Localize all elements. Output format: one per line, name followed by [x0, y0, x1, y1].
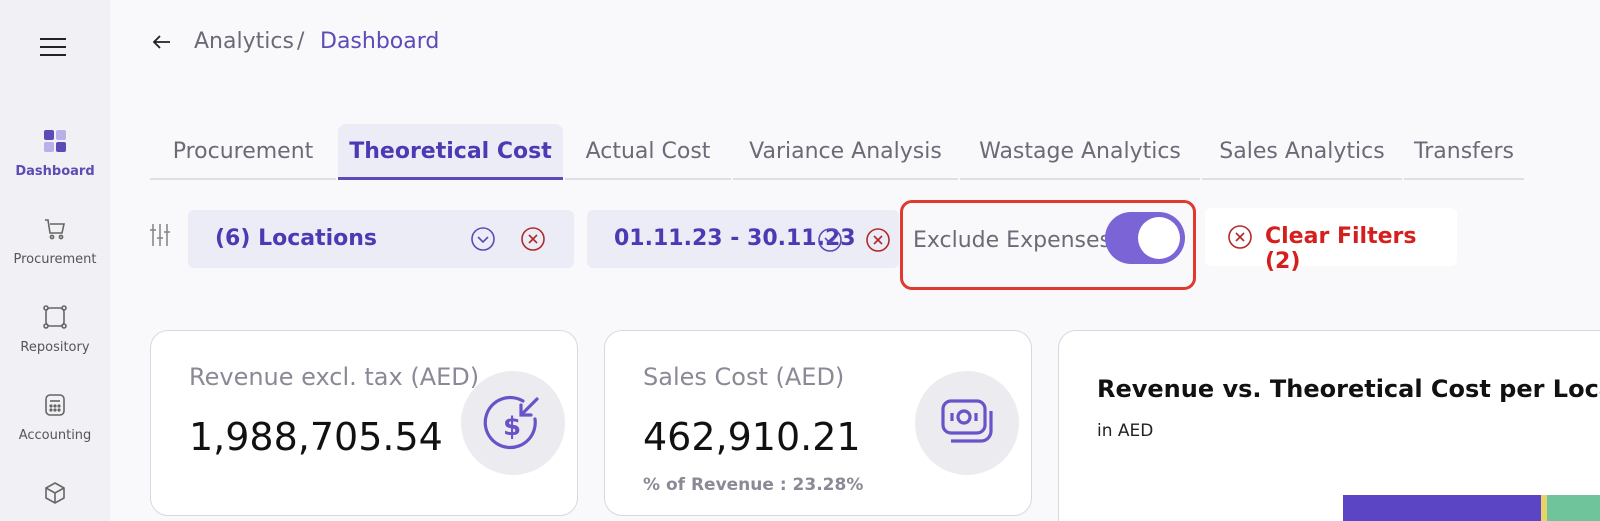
- date-range-filter[interactable]: 01.11.23 - 30.11.23: [587, 210, 899, 268]
- clear-filters-label: Clear Filters (2): [1265, 224, 1417, 274]
- breadcrumb-separator: /: [297, 29, 305, 54]
- sales-cost-card-value: 462,910.21: [643, 415, 861, 459]
- menu-icon[interactable]: [40, 38, 66, 58]
- chevron-down-icon[interactable]: [817, 227, 843, 253]
- toggle-knob: [1138, 217, 1180, 259]
- dollar-arrow-icon: $: [483, 395, 539, 450]
- tab-variance-analysis[interactable]: Variance Analysis: [733, 124, 958, 180]
- repository-icon: [43, 305, 67, 329]
- tab-bar: Procurement Theoretical Cost Actual Cost…: [150, 124, 1524, 180]
- sidebar-item-label: Accounting: [18, 428, 92, 443]
- chart-subtitle: in AED: [1097, 421, 1154, 441]
- tab-wastage-analytics[interactable]: Wastage Analytics: [960, 124, 1200, 180]
- calculator-icon: [45, 394, 65, 416]
- sales-cost-card: Sales Cost (AED) 462,910.21 % of Revenue…: [604, 330, 1032, 516]
- chart-title: Revenue vs. Theoretical Cost per Locatio…: [1097, 375, 1600, 403]
- clear-locations-icon[interactable]: [520, 226, 546, 252]
- close-circle-icon: [1228, 225, 1252, 249]
- sidebar-item-repository[interactable]: Repository: [0, 304, 110, 355]
- tab-sales-analytics[interactable]: Sales Analytics: [1202, 124, 1402, 180]
- breadcrumb-dashboard: Dashboard: [320, 29, 440, 54]
- exclude-expenses-label: Exclude Expenses: [913, 228, 1111, 253]
- revenue-icon-bg: $: [461, 371, 565, 475]
- chevron-down-icon[interactable]: [470, 226, 496, 252]
- filter-settings-icon[interactable]: [148, 222, 172, 248]
- sidebar: Dashboard Procurement Repository Account…: [0, 0, 110, 521]
- cash-stack-icon: [941, 399, 993, 443]
- sidebar-item-accounting[interactable]: Accounting: [0, 392, 110, 443]
- chart-bar-segment: [1547, 495, 1600, 521]
- revenue-card: Revenue excl. tax (AED) 1,988,705.54 $: [150, 330, 578, 516]
- locations-filter[interactable]: (6) Locations: [188, 210, 574, 268]
- chart-bar-revenue: [1343, 495, 1541, 521]
- revenue-card-title: Revenue excl. tax (AED): [189, 363, 480, 391]
- sidebar-item-procurement[interactable]: Procurement: [0, 216, 110, 267]
- locations-filter-value: (6) Locations: [215, 226, 378, 251]
- dashboard-icon: [44, 130, 66, 152]
- sales-cost-percent: % of Revenue : 23.28%: [643, 475, 864, 495]
- sidebar-item-label: Procurement: [13, 252, 97, 267]
- box-icon: [45, 482, 65, 504]
- sidebar-item-inventory[interactable]: [0, 480, 110, 512]
- breadcrumb-analytics[interactable]: Analytics: [194, 29, 294, 54]
- svg-text:$: $: [503, 412, 521, 442]
- tab-theoretical-cost[interactable]: Theoretical Cost: [338, 124, 563, 180]
- tab-transfers[interactable]: Transfers: [1404, 124, 1524, 180]
- revenue-vs-cost-chart: Revenue vs. Theoretical Cost per Locatio…: [1058, 330, 1600, 521]
- sidebar-item-label: Repository: [20, 340, 90, 355]
- sales-cost-card-title: Sales Cost (AED): [643, 363, 845, 391]
- exclude-expenses-toggle[interactable]: [1105, 212, 1185, 264]
- sales-cost-icon-bg: [915, 371, 1019, 475]
- revenue-card-value: 1,988,705.54: [189, 415, 443, 459]
- tab-actual-cost[interactable]: Actual Cost: [565, 124, 731, 180]
- clear-filters-button[interactable]: Clear Filters (2): [1205, 208, 1457, 274]
- sidebar-item-label: Dashboard: [15, 164, 95, 179]
- sidebar-item-dashboard[interactable]: Dashboard: [0, 128, 110, 179]
- clear-date-icon[interactable]: [865, 227, 891, 253]
- tab-procurement[interactable]: Procurement: [150, 124, 336, 180]
- back-arrow-icon[interactable]: [150, 30, 174, 54]
- exclude-expenses-highlight: Exclude Expenses: [900, 200, 1196, 290]
- cart-icon: [45, 219, 65, 240]
